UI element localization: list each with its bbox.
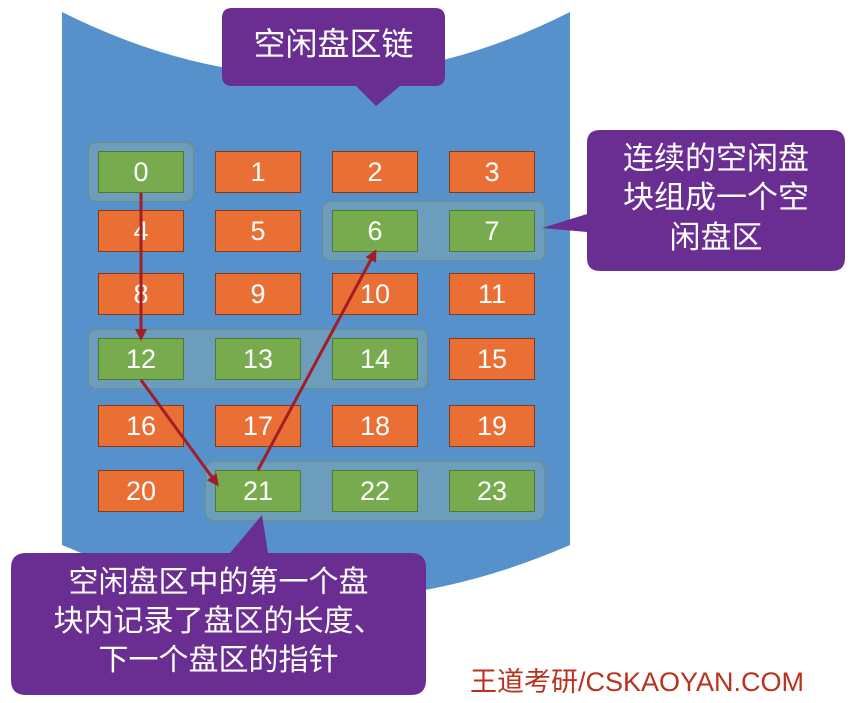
watermark: 王道考研/CSKAOYAN.COM bbox=[470, 667, 805, 697]
right-callout-line-2: 块组成一个空 bbox=[623, 180, 809, 217]
free-extent-chain-diagram: 0 1 2 3 4 5 6 7 8 9 10 11 12 13 14 15 16 17 18 19 20 21 22 23 空… bbox=[0, 0, 855, 703]
bottom-callout-line-3: 下一个盘区的指针 bbox=[98, 643, 339, 678]
bottom-callout-line-2: 块内记录了盘区的长度、 bbox=[53, 604, 384, 639]
right-callout-text: 连续的空闲盘 块组成一个空 闲盘区 bbox=[587, 140, 845, 258]
right-callout-line-3: 闲盘区 bbox=[669, 219, 763, 256]
bottom-callout-line-1: 空闲盘区中的第一个盘 bbox=[68, 565, 369, 600]
bottom-callout-text: 空闲盘区中的第一个盘 块内记录了盘区的长度、 下一个盘区的指针 bbox=[11, 563, 426, 680]
title-callout-label: 空闲盘区链 bbox=[253, 25, 414, 63]
right-callout-line-1: 连续的空闲盘 bbox=[623, 141, 809, 177]
title-callout-text: 空闲盘区链 bbox=[222, 24, 445, 64]
